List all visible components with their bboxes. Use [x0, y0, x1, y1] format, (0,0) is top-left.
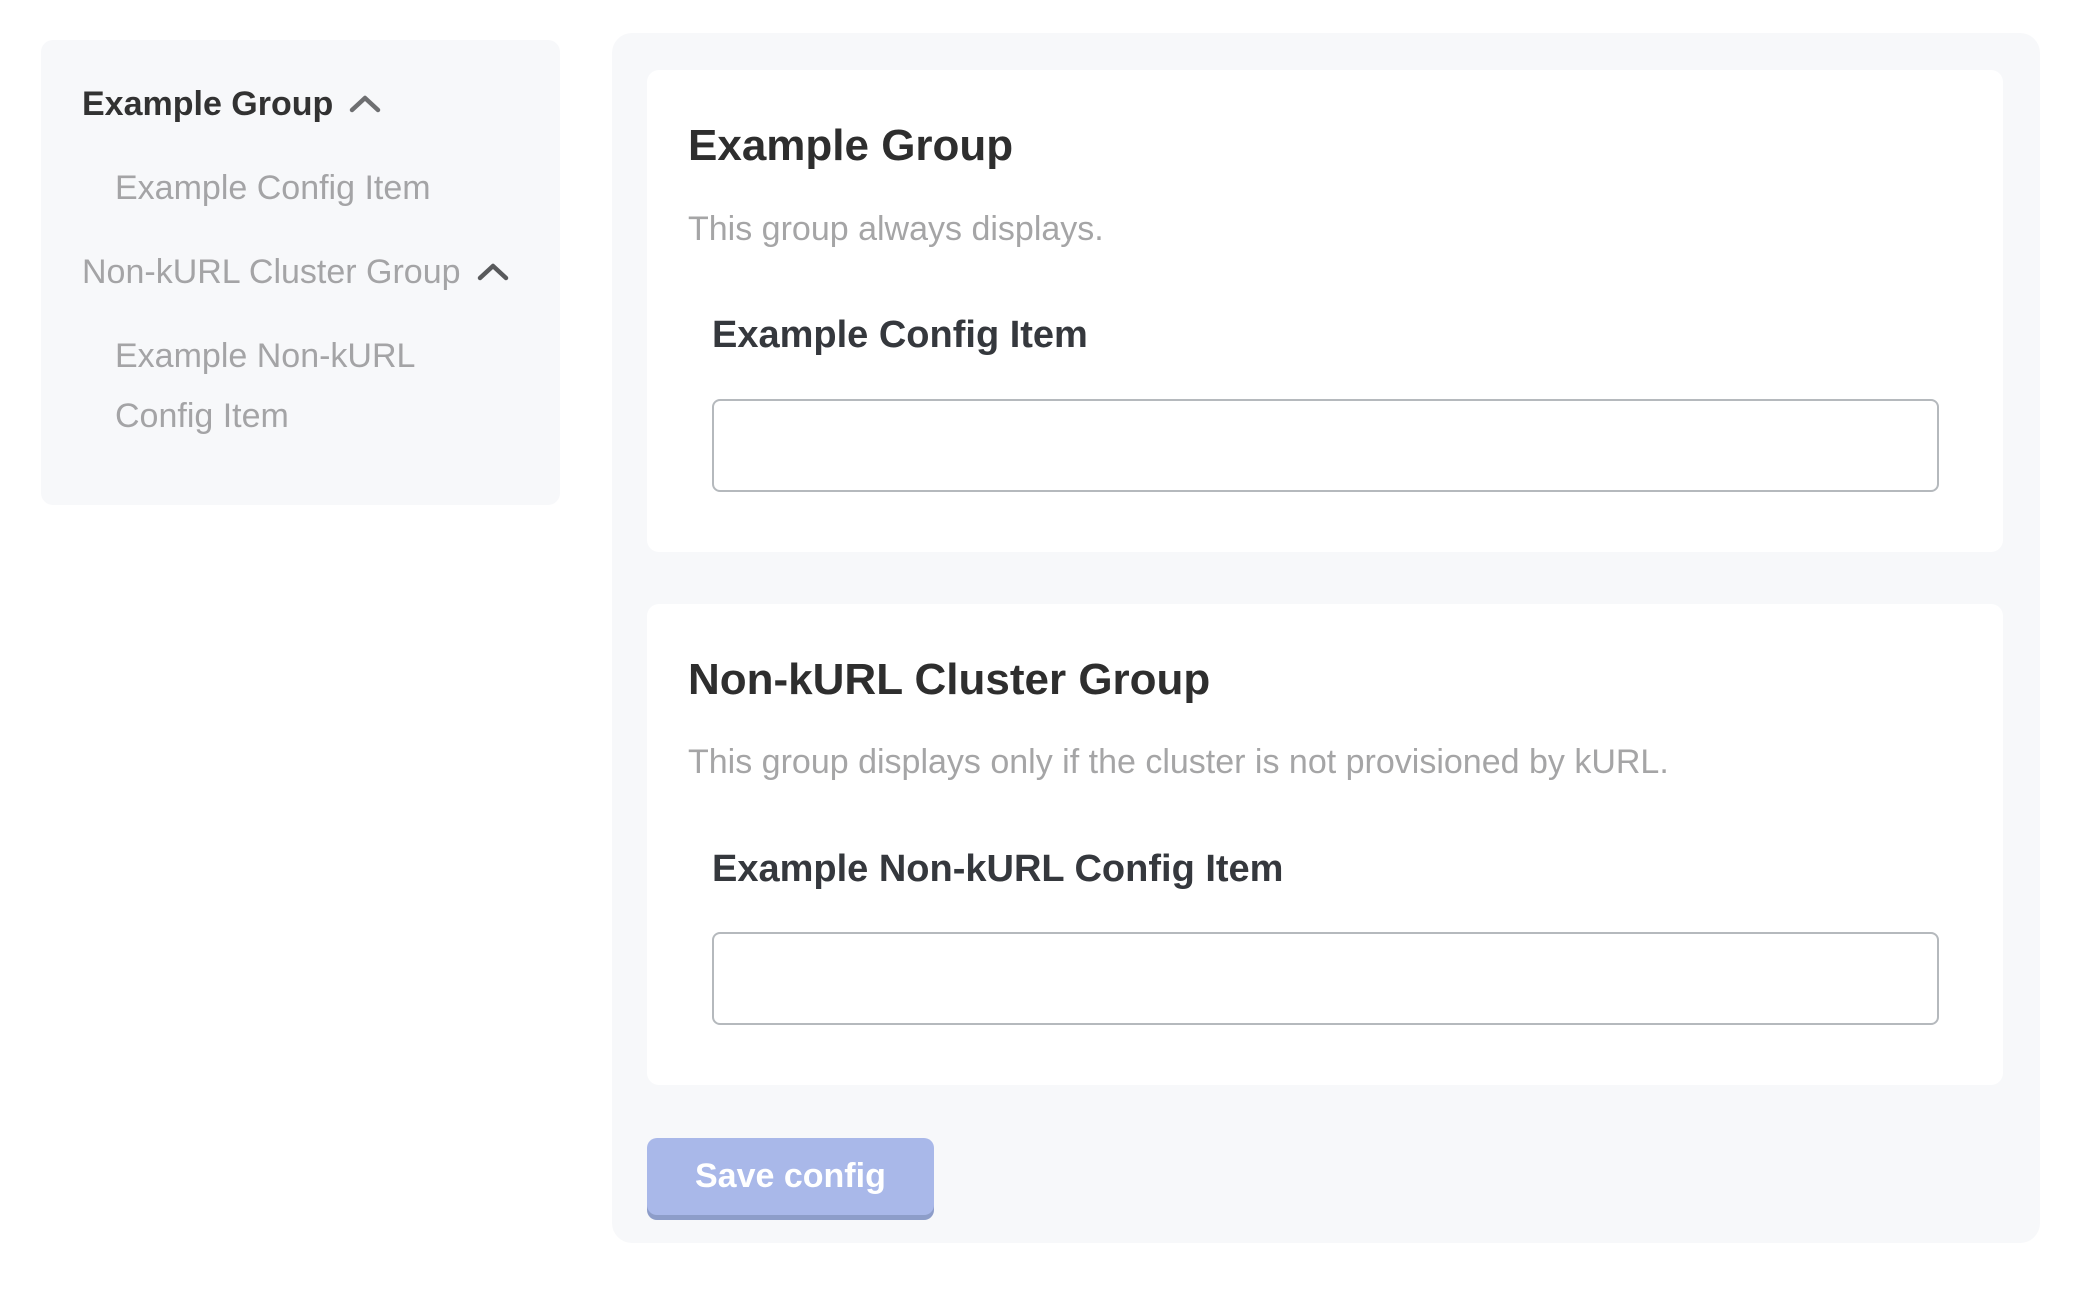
sidebar-group-label: Non-kURL Cluster Group — [82, 242, 461, 302]
sidebar-item-example-config-item[interactable]: Example Config Item — [115, 158, 475, 218]
example-config-item-input[interactable] — [712, 399, 1939, 492]
chevron-up-icon — [477, 262, 509, 282]
config-panel: Example Group This group always displays… — [612, 33, 2040, 1243]
config-group-card-non-kurl-cluster-group: Non-kURL Cluster Group This group displa… — [647, 604, 2003, 1086]
group-description: This group displays only if the cluster … — [688, 740, 1939, 784]
example-non-kurl-config-item-input[interactable] — [712, 932, 1939, 1025]
sidebar-group-label: Example Group — [82, 74, 333, 134]
group-title: Non-kURL Cluster Group — [688, 654, 1939, 707]
save-config-button[interactable]: Save config — [647, 1138, 934, 1215]
chevron-up-icon — [349, 94, 381, 114]
group-description: This group always displays. — [688, 207, 1939, 251]
group-title: Example Group — [688, 120, 1939, 173]
config-item-label: Example Non-kURL Config Item — [712, 847, 1939, 893]
config-item: Example Non-kURL Config Item — [712, 847, 1939, 1026]
sidebar-item-example-non-kurl-config-item[interactable]: Example Non-kURL Config Item — [115, 326, 475, 446]
sidebar-group-example-group[interactable]: Example Group — [82, 74, 520, 134]
sidebar-group-non-kurl-cluster-group[interactable]: Non-kURL Cluster Group — [82, 242, 520, 302]
config-item-label: Example Config Item — [712, 313, 1939, 359]
config-item: Example Config Item — [712, 313, 1939, 492]
config-nav-sidebar: Example Group Example Config Item Non-kU… — [41, 40, 560, 505]
config-group-card-example-group: Example Group This group always displays… — [647, 70, 2003, 552]
